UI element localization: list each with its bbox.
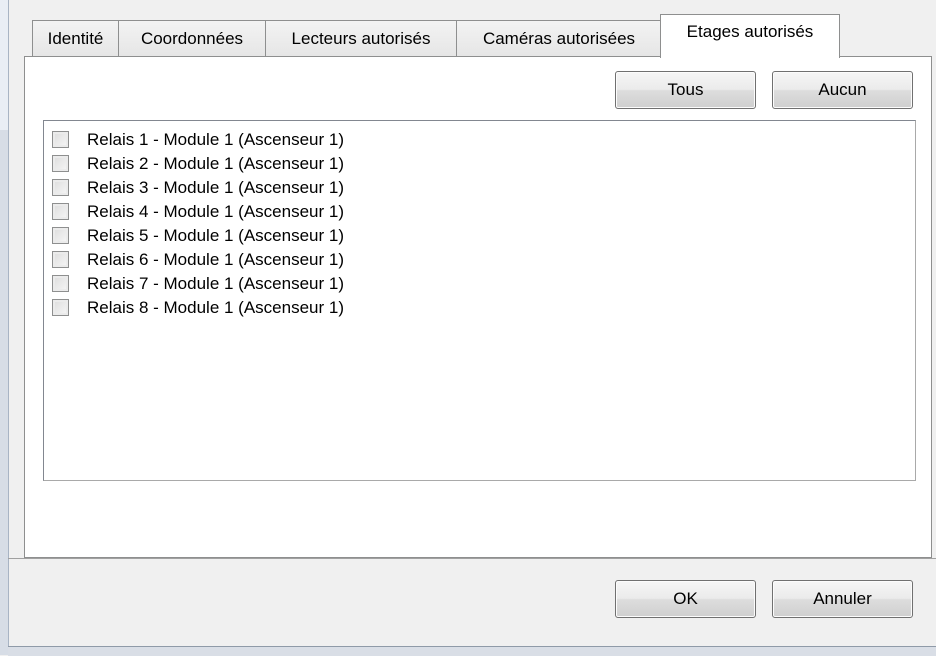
list-item[interactable]: Relais 3 - Module 1 (Ascenseur 1) xyxy=(52,176,344,199)
tab-coordonnees[interactable]: Coordonnées xyxy=(118,20,266,56)
tab-identite[interactable]: Identité xyxy=(32,20,119,56)
relay-label: Relais 3 - Module 1 (Ascenseur 1) xyxy=(87,177,345,197)
relay-checkbox[interactable] xyxy=(52,131,69,148)
tab-lecteurs-autorises[interactable]: Lecteurs autorisés xyxy=(265,20,457,56)
list-item[interactable]: Relais 2 - Module 1 (Ascenseur 1) xyxy=(52,152,344,175)
relay-checkbox[interactable] xyxy=(52,275,69,292)
relay-label: Relais 6 - Module 1 (Ascenseur 1) xyxy=(87,249,345,269)
window-left-border xyxy=(0,0,9,655)
relay-label: Relais 1 - Module 1 (Ascenseur 1) xyxy=(87,129,345,149)
cancel-button[interactable]: Annuler xyxy=(772,580,913,618)
list-item[interactable]: Relais 1 - Module 1 (Ascenseur 1) xyxy=(52,128,344,151)
relay-checkbox[interactable] xyxy=(52,299,69,316)
relay-checkbox[interactable] xyxy=(52,227,69,244)
list-item[interactable]: Relais 5 - Module 1 (Ascenseur 1) xyxy=(52,224,344,247)
relay-label: Relais 7 - Module 1 (Ascenseur 1) xyxy=(87,273,345,293)
list-item[interactable]: Relais 8 - Module 1 (Ascenseur 1) xyxy=(52,296,344,319)
footer-divider xyxy=(8,558,936,559)
list-item[interactable]: Relais 4 - Module 1 (Ascenseur 1) xyxy=(52,200,344,223)
tab-etages-autorises[interactable]: Etages autorisés xyxy=(660,14,840,58)
list-item[interactable]: Relais 7 - Module 1 (Ascenseur 1) xyxy=(52,272,344,295)
dialog-window: Identité Coordonnées Lecteurs autorisés … xyxy=(0,0,936,656)
tab-cameras-autorisees[interactable]: Caméras autorisées xyxy=(456,20,662,56)
relay-checkbox[interactable] xyxy=(52,203,69,220)
tab-strip: Identité Coordonnées Lecteurs autorisés … xyxy=(32,14,932,58)
relay-checklist[interactable]: Relais 1 - Module 1 (Ascenseur 1) Relais… xyxy=(43,120,916,481)
list-item[interactable]: Relais 6 - Module 1 (Ascenseur 1) xyxy=(52,248,344,271)
relay-checkbox[interactable] xyxy=(52,251,69,268)
relay-checkbox[interactable] xyxy=(52,179,69,196)
relay-label: Relais 4 - Module 1 (Ascenseur 1) xyxy=(87,201,345,221)
ok-button[interactable]: OK xyxy=(615,580,756,618)
relay-checkbox[interactable] xyxy=(52,155,69,172)
select-all-button[interactable]: Tous xyxy=(615,71,756,109)
select-none-button[interactable]: Aucun xyxy=(772,71,913,109)
relay-label: Relais 8 - Module 1 (Ascenseur 1) xyxy=(87,297,345,317)
relay-label: Relais 2 - Module 1 (Ascenseur 1) xyxy=(87,153,345,173)
relay-label: Relais 5 - Module 1 (Ascenseur 1) xyxy=(87,225,345,245)
